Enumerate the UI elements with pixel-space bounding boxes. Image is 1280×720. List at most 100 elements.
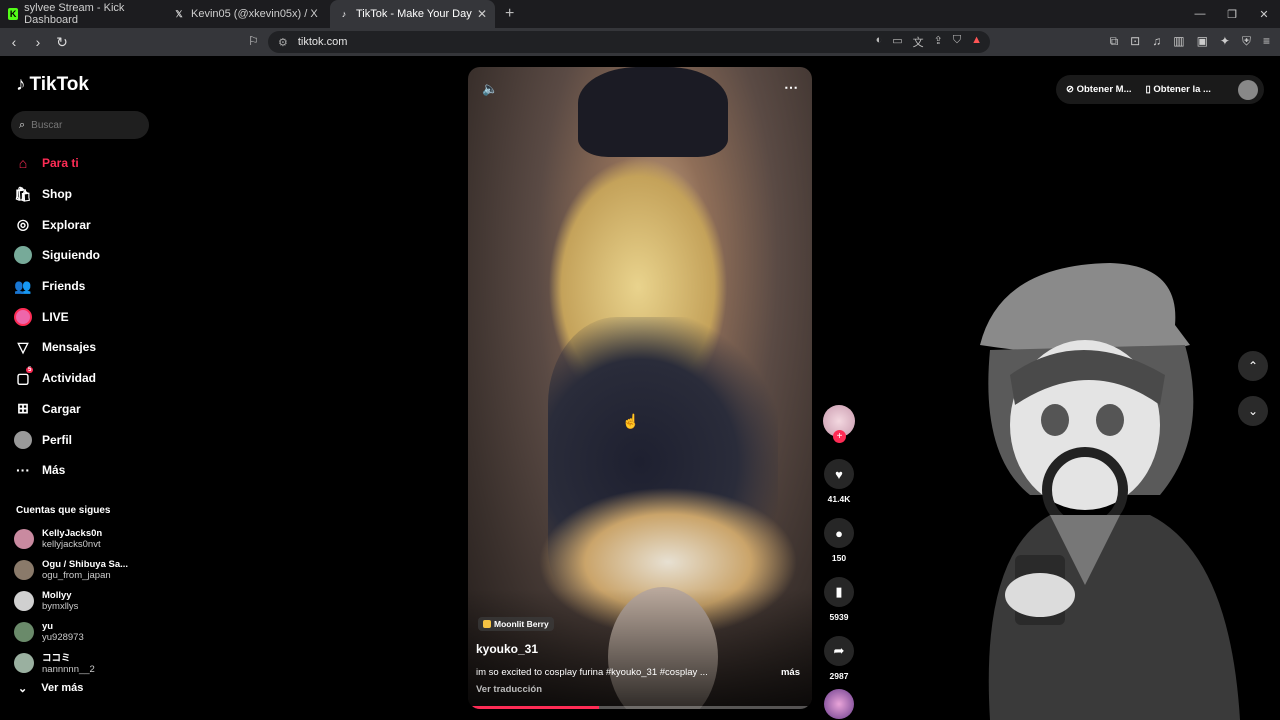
- bookmark-icon[interactable]: ⚐: [248, 34, 259, 48]
- back-icon[interactable]: ‹: [4, 32, 24, 52]
- vpn-icon[interactable]: ⛨: [1242, 34, 1251, 49]
- get-coins-button[interactable]: ⊘ Obtener M...: [1066, 84, 1132, 95]
- top-right-actions: ⊘ Obtener M... ▯ Obtener la ...: [1056, 75, 1264, 104]
- list-item[interactable]: KellyJacks0n kellyjacks0nvt: [14, 523, 154, 554]
- sidebar-icon[interactable]: ▥: [1173, 34, 1184, 49]
- sidebar-item-perfil[interactable]: Perfil: [14, 424, 154, 455]
- video-progress-bar[interactable]: [468, 706, 812, 709]
- shop-icon: 🛍: [14, 185, 32, 202]
- x-icon: 𝕏: [175, 8, 183, 19]
- list-item[interactable]: Ogu / Shibuya Sa... ogu_from_japan: [14, 554, 154, 585]
- menu-icon[interactable]: ≡: [1263, 34, 1270, 49]
- upload-icon: ⊞: [17, 400, 29, 417]
- wallet-icon[interactable]: ▣: [1197, 34, 1208, 49]
- share-action[interactable]: ➦ 2987: [822, 636, 856, 681]
- save-action[interactable]: ▮ 5939: [822, 577, 856, 622]
- mute-icon[interactable]: ◐: [876, 34, 883, 50]
- video-actions: + ♥ 41.4K ● 150 ▮ 5939 ➦ 2987: [822, 405, 856, 719]
- save-count: 5939: [829, 612, 849, 622]
- comment-icon[interactable]: ●: [824, 518, 854, 548]
- search-input[interactable]: ⌕ Buscar: [11, 111, 149, 139]
- sidebar-item-mas[interactable]: ··· Más: [14, 455, 154, 486]
- follow-handle: ogu_from_japan: [42, 569, 111, 581]
- follow-handle: kellyjacks0nvt: [42, 538, 101, 550]
- extensions-icon[interactable]: ⧉: [1110, 34, 1119, 49]
- tab-kick[interactable]: K sylvee Stream - Kick Dashboard: [0, 0, 165, 28]
- close-tab-icon[interactable]: ✕: [477, 7, 487, 21]
- translate-button[interactable]: Ver traducción: [476, 684, 542, 695]
- browser-tab-bar: K sylvee Stream - Kick Dashboard 𝕏 Kevin…: [0, 0, 1280, 28]
- music-disc-icon[interactable]: [824, 689, 854, 719]
- caption-more-button[interactable]: más: [781, 667, 800, 678]
- kick-icon: K: [8, 8, 19, 20]
- video-player[interactable]: 🔈 ⋯ ☝ Moonlit Berry kyouko_31 im so exci…: [468, 67, 812, 709]
- sidebar-item-siguiendo[interactable]: Siguiendo: [14, 240, 154, 271]
- sidebar-nav: ⌂ Para ti 🛍 Shop ◎ Explorar Siguiendo 👥 …: [14, 148, 154, 486]
- media-icon[interactable]: ♫: [1152, 34, 1161, 49]
- follow-plus-icon[interactable]: +: [833, 430, 846, 443]
- sidebar-item-explorar[interactable]: ◎ Explorar: [14, 209, 154, 240]
- music-tag[interactable]: Moonlit Berry: [478, 617, 554, 631]
- close-window-icon[interactable]: ✕: [1248, 0, 1280, 28]
- share-arrow-icon[interactable]: ➦: [824, 636, 854, 666]
- sidebar-item-friends[interactable]: 👥 Friends: [14, 271, 154, 302]
- more-options-icon[interactable]: ⋯: [784, 79, 798, 96]
- screenshot-icon[interactable]: ⊡: [1130, 34, 1140, 49]
- avatar: [14, 621, 34, 642]
- avatar: [14, 652, 34, 673]
- sidebar-item-cargar[interactable]: ⊞ Cargar: [14, 394, 154, 425]
- sidebar-item-shop[interactable]: 🛍 Shop: [14, 179, 154, 210]
- sidebar-item-label: Cargar: [42, 401, 81, 416]
- comment-action[interactable]: ● 150: [822, 518, 856, 563]
- tiktok-logo[interactable]: ♪ TikTok: [16, 74, 89, 96]
- following-avatar: [14, 246, 32, 265]
- brave-shield-icon[interactable]: ⛉: [953, 34, 961, 50]
- list-item[interactable]: yu yu928973: [14, 616, 154, 647]
- get-app-button[interactable]: ▯ Obtener la ...: [1146, 84, 1211, 95]
- like-action[interactable]: ♥ 41.4K: [822, 459, 856, 504]
- tiktok-note-icon: ♪: [16, 74, 26, 95]
- creator-avatar[interactable]: +: [823, 405, 855, 443]
- leo-icon[interactable]: ✦: [1220, 34, 1230, 49]
- sidebar-item-label: Perfil: [42, 432, 73, 447]
- cast-icon[interactable]: ▭: [892, 34, 902, 50]
- reload-icon[interactable]: ↻: [52, 32, 72, 52]
- see-more-button[interactable]: ⌄ Ver más: [18, 682, 83, 695]
- list-item[interactable]: Mollyy bymxllys: [14, 585, 154, 616]
- sidebar-item-actividad[interactable]: ▢ 5 Actividad: [14, 363, 154, 394]
- sidebar-item-label: Shop: [42, 187, 72, 202]
- sidebar-item-label: Friends: [42, 279, 86, 294]
- bookmark-icon[interactable]: ▮: [824, 577, 854, 607]
- follow-handle: yu928973: [42, 631, 84, 643]
- video-author[interactable]: kyouko_31: [476, 642, 538, 656]
- translate-icon[interactable]: 文: [913, 34, 924, 50]
- tab-tiktok[interactable]: ♪ TikTok - Make Your Day ✕: [330, 0, 495, 28]
- mouse-cursor-icon: ☝: [622, 413, 640, 429]
- following-list: KellyJacks0n kellyjacks0nvt Ogu / Shibuy…: [14, 523, 154, 678]
- address-bar: ‹ › ↻ ⚐ ⚙ tiktok.com ◐ ▭ 文 ⇪ ⛉ ▲ ⧉ ⊡ ♫ ▥…: [0, 28, 1280, 56]
- rewards-icon[interactable]: ▲: [971, 34, 982, 50]
- user-avatar[interactable]: [1238, 79, 1258, 100]
- activity-badge: 5: [26, 366, 34, 373]
- tab-x-title: Kevin05 (@xkevin05x) / X: [191, 8, 318, 20]
- site-settings-icon[interactable]: ⚙: [278, 36, 288, 49]
- browser-toolbar-icons: ⧉ ⊡ ♫ ▥ ▣ ✦ ⛨ ≡: [1110, 34, 1270, 49]
- sidebar-item-label: Siguiendo: [42, 248, 100, 263]
- tab-x[interactable]: 𝕏 Kevin05 (@xkevin05x) / X: [165, 0, 330, 28]
- minimize-icon[interactable]: —: [1184, 0, 1216, 28]
- vtuber-avatar: [980, 263, 1240, 720]
- sidebar-item-live[interactable]: LIVE: [14, 301, 154, 332]
- url-field[interactable]: ⚙ tiktok.com ◐ ▭ 文 ⇪ ⛉ ▲: [268, 31, 990, 53]
- get-coins-label: Obtener M...: [1076, 84, 1132, 95]
- follow-name: ココミ: [42, 653, 71, 664]
- maximize-icon[interactable]: ❐: [1216, 0, 1248, 28]
- heart-icon[interactable]: ♥: [824, 459, 854, 489]
- list-item[interactable]: ココミ nannnnn__2: [14, 647, 154, 678]
- sidebar-item-label: Actividad: [42, 371, 97, 386]
- volume-icon[interactable]: 🔈: [482, 81, 498, 97]
- new-tab-button[interactable]: +: [505, 5, 514, 23]
- share-icon[interactable]: ⇪: [934, 34, 943, 50]
- forward-icon[interactable]: ›: [28, 32, 48, 52]
- sidebar-item-mensajes[interactable]: ▽ Mensajes: [14, 332, 154, 363]
- sidebar-item-para-ti[interactable]: ⌂ Para ti: [14, 148, 154, 179]
